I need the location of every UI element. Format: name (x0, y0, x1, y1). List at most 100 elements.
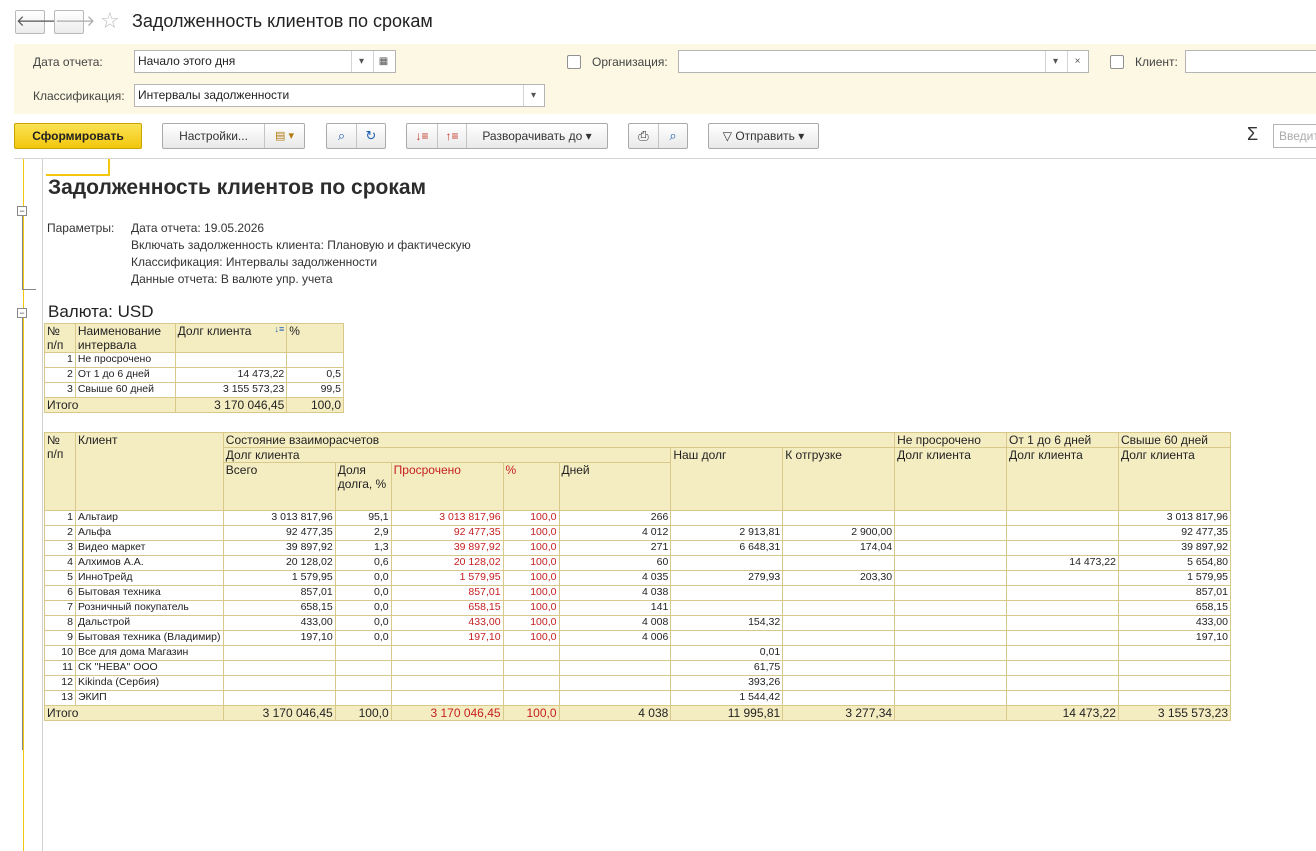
summary-row[interactable]: 3 Свыше 60 дней 3 155 573,23 99,5 (44, 382, 344, 398)
cell-total (222, 675, 336, 691)
summary-row[interactable]: 2 От 1 до 6 дней 14 473,22 0,5 (44, 367, 344, 383)
search-refresh-icon[interactable]: ↻ (356, 124, 385, 148)
sort-down-icon[interactable]: ↓≡ (407, 124, 437, 148)
client-field[interactable] (1185, 50, 1316, 73)
cell-total: 857,01 (222, 585, 336, 601)
cell-pct: 100,0 (502, 585, 560, 601)
expand-group: ↓≡ ↑≡ Разворачивать до ▾ (406, 123, 608, 149)
cell-pct: 100,0 (502, 600, 560, 616)
cell-client: Бытовая техника (Владимир) (74, 630, 224, 646)
search-input[interactable]: Введите (1273, 124, 1316, 148)
table-row[interactable]: 13 ЭКИП 1 544,42 (44, 690, 1232, 706)
cell-client: Kikinda (Сербия) (74, 675, 224, 691)
table-row[interactable]: 8 Дальстрой 433,00 0,0 433,00 100,0 4 008 154,3… (44, 615, 1232, 631)
cell-share: 0,0 (334, 600, 392, 616)
cell-client: Алхимов А.А. (74, 555, 224, 571)
cell-pct: 100,0 (502, 510, 560, 526)
summary-total-debt: 3 170 046,45 (174, 397, 288, 413)
chevron-down-icon[interactable]: ▾ (1045, 51, 1065, 72)
filter-panel: Дата отчета: Начало этого дня ▾ ▦ Органи… (14, 44, 1316, 114)
organization-field[interactable]: ▾ × (678, 50, 1089, 73)
cell-days: 4 038 (558, 585, 672, 601)
param-line: Включать задолженность клиента: Плановую… (131, 238, 471, 252)
classification-value: Интервалы задолженности (138, 88, 290, 102)
params-label: Параметры: (47, 221, 115, 235)
cell-client: Альфа (74, 525, 224, 541)
settings-button[interactable]: Настройки... ▤ ▾ (162, 123, 305, 149)
cell-ship (782, 690, 896, 706)
classification-field[interactable]: Интервалы задолженности ▾ (134, 84, 545, 107)
table-row[interactable]: 11 СК "НЕВА" ООО 61,75 (44, 660, 1232, 676)
cell-notover (894, 630, 1008, 646)
summary-cell-name: Свыше 60 дней (74, 382, 176, 398)
cell-days: 4 035 (558, 570, 672, 586)
cell-d60: 1 579,95 (1117, 570, 1232, 586)
cell-client: Розничный покупатель (74, 600, 224, 616)
print-preview-icon[interactable]: ⌕ (658, 124, 687, 148)
main-total-share: 100,0 (334, 705, 392, 721)
cell-overdue: 197,10 (390, 630, 504, 646)
clear-icon[interactable]: × (1067, 51, 1087, 72)
date-field[interactable]: Начало этого дня ▾ ▦ (134, 50, 396, 73)
cell-d60: 92 477,35 (1117, 525, 1232, 541)
main-header-over60: Свыше 60 дней (1117, 432, 1232, 448)
sort-desc-icon[interactable]: ↓≡ (274, 324, 284, 334)
main-total-label: Итого (44, 705, 224, 721)
cell-d16 (1006, 675, 1119, 691)
cell-days: 4 006 (558, 630, 672, 646)
generate-button[interactable]: Сформировать (14, 123, 142, 149)
cell-cursor (46, 159, 110, 176)
cell-n: 12 (44, 675, 76, 691)
summary-row[interactable]: 1 Не просрочено (44, 352, 344, 368)
chevron-down-icon[interactable]: ▾ (523, 85, 543, 106)
collapse-currency-icon[interactable]: − (17, 308, 27, 318)
back-button[interactable]: 🡐 (15, 10, 56, 34)
favorite-star-icon[interactable]: ☆ (100, 9, 120, 33)
table-row[interactable]: 5 ИнноТрейд 1 579,95 0,0 1 579,95 100,0 4 035 2… (44, 570, 1232, 586)
summary-table: № п/п Наименование интервала Долг клиент… (44, 323, 344, 413)
table-row[interactable]: 1 Альтаир 3 013 817,96 95,1 3 013 817,96 100,… (44, 510, 1232, 526)
main-header-total: Всего (222, 462, 336, 511)
cell-share: 95,1 (334, 510, 392, 526)
sort-up-icon[interactable]: ↑≡ (437, 124, 466, 148)
table-row[interactable]: 10 Все для дома Магазин 0,01 (44, 645, 1232, 661)
table-row[interactable]: 6 Бытовая техника 857,01 0,0 857,01 100,0 4 03… (44, 585, 1232, 601)
cell-days: 271 (558, 540, 672, 556)
sigma-icon[interactable]: Σ (1247, 124, 1258, 145)
search-icon[interactable]: ⌕ (327, 124, 356, 148)
expand-to-button[interactable]: Разворачивать до ▾ (466, 124, 607, 148)
table-row[interactable]: 12 Kikinda (Сербия) 393,26 (44, 675, 1232, 691)
group-line (22, 216, 23, 289)
variant-icon[interactable]: ▤ ▾ (264, 124, 304, 148)
cell-notover (894, 600, 1008, 616)
cell-client: Видео маркет (74, 540, 224, 556)
cell-pct (502, 645, 560, 661)
cell-n: 2 (44, 525, 76, 541)
send-button[interactable]: ▽ Отправить ▾ (708, 123, 819, 149)
print-icon[interactable]: ⎙ (629, 124, 658, 148)
cell-notover (894, 690, 1008, 706)
summary-header-debt[interactable]: Долг клиента ↓≡ (174, 323, 288, 353)
summary-cell-pct (286, 352, 344, 368)
arrow-left-icon: 🡐 (16, 13, 57, 30)
main-header-sub-debt: Долг клиента (894, 447, 1008, 511)
calendar-icon[interactable]: ▦ (373, 51, 393, 72)
main-header-state: Состояние взаиморасчетов (222, 432, 896, 448)
cell-client: СК "НЕВА" ООО (74, 660, 224, 676)
chevron-down-icon[interactable]: ▾ (351, 51, 371, 72)
table-row[interactable]: 2 Альфа 92 477,35 2,9 92 477,35 100,0 4 012 2 9… (44, 525, 1232, 541)
cell-notover (894, 510, 1008, 526)
client-checkbox[interactable] (1110, 55, 1124, 69)
table-row[interactable]: 4 Алхимов А.А. 20 128,02 0,6 20 128,02 100,0 6… (44, 555, 1232, 571)
organization-checkbox[interactable] (567, 55, 581, 69)
cell-overdue: 92 477,35 (390, 525, 504, 541)
main-total-notover (894, 705, 1008, 721)
main-total-pct: 100,0 (502, 705, 560, 721)
collapse-params-icon[interactable]: − (17, 206, 27, 216)
window-titlebar: 🡐 🡒 ☆ Задолженность клиентов по срокам (0, 0, 1316, 44)
table-row[interactable]: 9 Бытовая техника (Владимир) 197,10 0,0 197,… (44, 630, 1232, 646)
table-row[interactable]: 7 Розничный покупатель 658,15 0,0 658,15 100,… (44, 600, 1232, 616)
table-row[interactable]: 3 Видео маркет 39 897,92 1,3 39 897,92 100,0 2… (44, 540, 1232, 556)
cell-total: 197,10 (222, 630, 336, 646)
forward-button[interactable]: 🡒 (54, 10, 95, 34)
